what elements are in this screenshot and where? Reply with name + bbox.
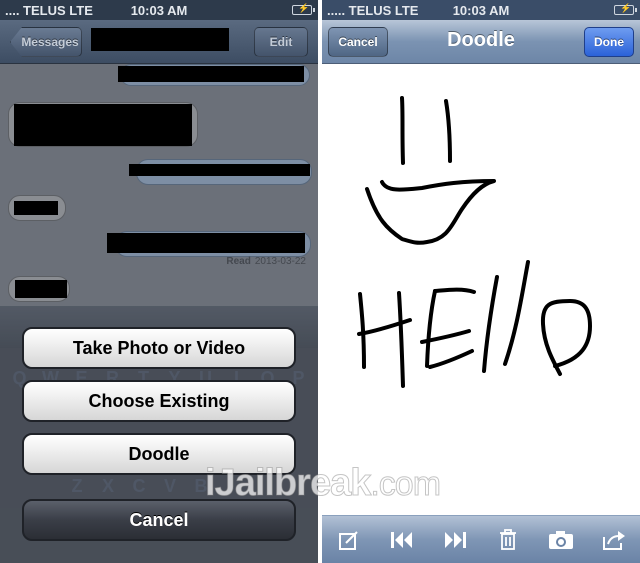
- done-button[interactable]: Done: [584, 27, 634, 57]
- share-icon[interactable]: [597, 525, 631, 555]
- letter-l-2: [503, 260, 530, 366]
- redacted-text: [15, 280, 67, 298]
- choose-existing-button[interactable]: Choose Existing: [22, 380, 296, 422]
- watermark-brand: iJailbreak: [204, 462, 371, 505]
- letter-l-1: [482, 275, 499, 373]
- back-messages-button[interactable]: Messages: [10, 27, 82, 57]
- watermark: iJailbreak.com: [204, 462, 442, 505]
- watermark-suffix: .com: [370, 465, 442, 504]
- rewind-icon[interactable]: [385, 525, 419, 555]
- battery-icon: ⚡: [614, 3, 637, 15]
- battery-icon: ⚡: [292, 3, 315, 15]
- read-label: Read: [226, 256, 251, 267]
- take-photo-or-video-button[interactable]: Take Photo or Video: [22, 327, 296, 369]
- compose-icon[interactable]: [332, 525, 366, 555]
- action-sheet: Take Photo or Video Choose Existing Dood…: [0, 306, 318, 563]
- conversation-title-redacted: [91, 28, 229, 51]
- doodle-toolbar: [322, 515, 640, 563]
- edit-button[interactable]: Edit: [254, 27, 308, 57]
- letter-E-spine: [425, 289, 437, 368]
- redacted-text: [118, 66, 304, 82]
- camera-icon[interactable]: [544, 525, 578, 555]
- letter-H-left: [358, 292, 366, 369]
- right-eye-stroke: [444, 99, 452, 163]
- letter-H-right: [397, 291, 405, 388]
- doodle-canvas[interactable]: [322, 64, 640, 515]
- clock: 10:03 AM: [130, 3, 188, 18]
- redacted-text: [14, 201, 58, 215]
- smile-top-stroke: [365, 179, 496, 245]
- letter-o: [540, 299, 592, 376]
- redacted-text: [14, 104, 192, 146]
- redacted-text: [129, 164, 310, 176]
- read-receipt: Read 2013-03-22: [226, 256, 306, 267]
- read-date: 2013-03-22: [254, 256, 306, 267]
- cancel-sheet-button[interactable]: Cancel: [22, 499, 296, 541]
- trash-icon[interactable]: [491, 525, 525, 555]
- status-bar: ..... TELUS LTE 10:03 AM ⚡: [322, 0, 640, 20]
- clock: 10:03 AM: [452, 3, 510, 18]
- fast-forward-icon[interactable]: [438, 525, 472, 555]
- left-eye-stroke: [400, 96, 405, 165]
- letter-E-bottom: [428, 349, 474, 369]
- redacted-text: [107, 233, 305, 253]
- letter-E-top: [433, 287, 476, 294]
- nav-bar: Cancel Doodle Done: [322, 20, 640, 64]
- doodle-drawing: [357, 96, 592, 388]
- status-bar: .... TELUS LTE 10:03 AM ⚡: [0, 0, 318, 20]
